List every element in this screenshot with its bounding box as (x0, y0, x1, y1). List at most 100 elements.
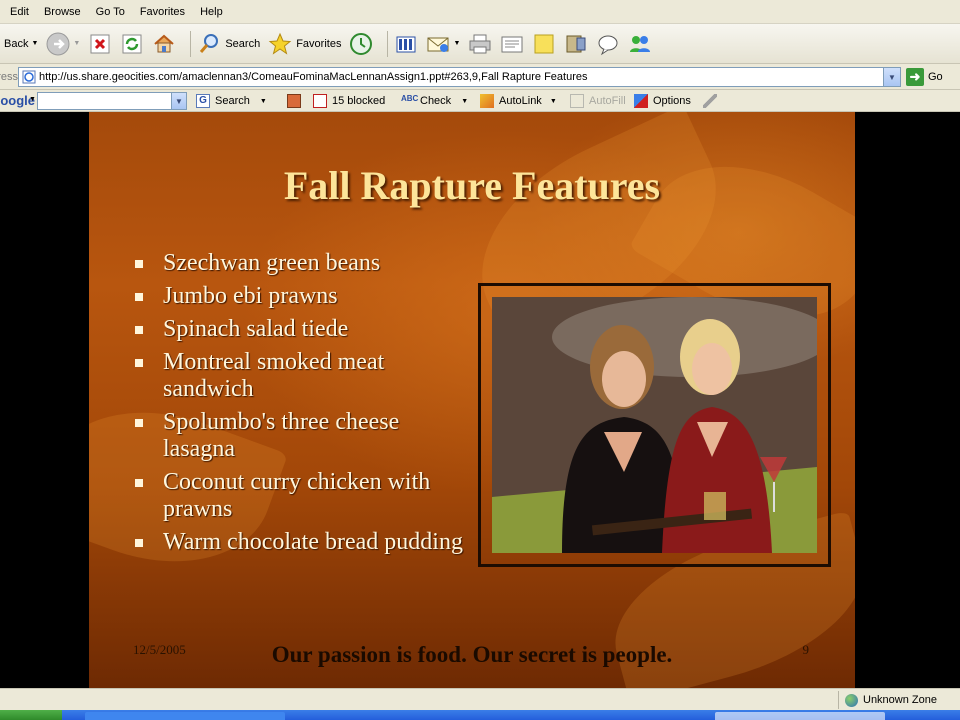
go-arrow-icon: ➜ (906, 68, 924, 86)
google-search-button[interactable]: G Search ▼ (196, 92, 267, 110)
spell-check-button[interactable]: ABC Check ▼ (401, 92, 468, 110)
bullet-square-icon (135, 479, 143, 487)
popup-blocker-button[interactable]: 15 blocked (313, 92, 385, 110)
messenger-button[interactable] (628, 29, 652, 59)
autolink-dropdown-icon[interactable]: ▼ (550, 98, 557, 105)
bullet-text: Szechwan green beans (163, 250, 381, 276)
google-search-input[interactable]: ▼ (37, 92, 187, 110)
bullet-square-icon (135, 419, 143, 427)
list-item: Warm chocolate bread pudding (133, 529, 463, 556)
popup-blocked-label: 15 blocked (332, 95, 386, 107)
zone-label: Unknown Zone (863, 694, 937, 706)
menu-browse[interactable]: Browse (44, 6, 81, 18)
list-item: Coconut curry chicken with prawns (133, 469, 463, 523)
spell-check-icon: ABC (401, 94, 419, 103)
back-label: Back (4, 37, 29, 50)
google-menu-dropdown-icon[interactable]: ▼ (29, 96, 36, 103)
messenger-chat-button[interactable] (596, 29, 620, 59)
autofill-icon (570, 94, 584, 108)
slide-title: Fall Rapture Features (283, 163, 661, 208)
speech-bubble-icon (598, 35, 618, 55)
start-button[interactable] (0, 710, 62, 720)
bullet-text: Coconut curry chicken with prawns (163, 469, 431, 522)
autolink-label: AutoLink (499, 95, 542, 107)
google-toolbar: Google ▼ ▼ G Search ▼ 15 blocked ABC Che… (0, 90, 960, 112)
slide-slogan: Our passion is food. Our secret is peopl… (271, 642, 673, 667)
bullet-square-icon (135, 539, 143, 547)
bullet-text: Spinach salad tiede (163, 316, 349, 342)
forward-arrow-icon (46, 32, 70, 55)
slide-page-number: 9 (802, 642, 810, 657)
check-dropdown-icon[interactable]: ▼ (461, 98, 468, 105)
list-item: Jumbo ebi prawns (133, 283, 463, 310)
bullet-text: Montreal smoked meat sandwich (163, 349, 385, 402)
home-icon (154, 34, 175, 52)
address-url: http://us.share.geocities.com/amaclennan… (39, 71, 588, 83)
search-button[interactable]: Search (197, 29, 260, 59)
list-item: Spolumbo's three cheese lasagna (133, 409, 463, 463)
history-button[interactable] (349, 29, 373, 59)
home-button[interactable] (152, 29, 176, 59)
google-search-options-icon[interactable]: ▼ (260, 98, 267, 105)
list-item: Szechwan green beans (133, 250, 463, 277)
bullet-text: Jumbo ebi prawns (163, 283, 338, 309)
highlight-button[interactable] (703, 92, 722, 110)
address-dropdown-icon[interactable]: ▼ (883, 68, 900, 86)
bullet-square-icon (135, 359, 143, 367)
research-books-icon (396, 36, 416, 52)
taskbar-item[interactable] (715, 712, 885, 720)
mail-dropdown-icon[interactable]: ▼ (453, 40, 460, 47)
standard-toolbar: Back ▼ ▼ Search Favorites ▼ (0, 24, 960, 64)
highlighter-pen-icon (703, 94, 717, 108)
back-dropdown-icon[interactable]: ▼ (31, 40, 38, 47)
menu-features-list: Szechwan green beans Jumbo ebi prawns Sp… (133, 250, 463, 562)
research-button[interactable] (394, 29, 418, 59)
menu-help[interactable]: Help (200, 6, 223, 18)
refresh-icon (122, 34, 142, 53)
globe-icon (845, 693, 858, 707)
options-button[interactable]: Options (634, 92, 691, 110)
toolbar-separator (190, 30, 192, 57)
address-input[interactable]: http://us.share.geocities.com/amaclennan… (18, 67, 901, 87)
bullet-square-icon (135, 293, 143, 301)
printer-icon (469, 34, 491, 53)
messenger-buddies-icon (630, 35, 651, 52)
mail-button[interactable]: ▼ (426, 29, 460, 59)
discuss-button[interactable] (564, 29, 588, 59)
google-search-label: Search (215, 95, 250, 107)
google-g-icon: G (196, 94, 210, 108)
menu-favorites[interactable]: Favorites (140, 6, 185, 18)
toolbar-separator (387, 30, 389, 57)
bullet-text: Spolumbo's three cheese lasagna (163, 409, 400, 462)
google-search-dropdown-icon[interactable]: ▼ (171, 93, 186, 109)
go-label: Go (928, 71, 943, 83)
menu-bar: Edit Browse Go To Favorites Help (0, 0, 960, 24)
dining-photo (492, 297, 817, 553)
menu-edit[interactable]: Edit (10, 6, 29, 18)
forward-dropdown-icon[interactable]: ▼ (73, 40, 80, 47)
options-icon (634, 94, 648, 108)
options-label: Options (653, 95, 691, 107)
autofill-button[interactable]: AutoFill (570, 92, 626, 110)
address-label: Address (0, 70, 18, 83)
search-icon (200, 33, 219, 53)
autofill-label: AutoFill (589, 95, 626, 107)
go-button[interactable]: ➜ Go (906, 68, 943, 86)
news-button[interactable] (287, 92, 306, 110)
forward-button[interactable]: ▼ (46, 29, 80, 59)
news-icon (287, 94, 301, 108)
favorites-button[interactable]: Favorites (268, 29, 341, 59)
security-zone[interactable]: Unknown Zone (838, 691, 960, 709)
autolink-button[interactable]: AutoLink ▼ (480, 92, 557, 110)
refresh-button[interactable] (120, 29, 144, 59)
edit-button[interactable] (500, 29, 524, 59)
stop-button[interactable] (88, 29, 112, 59)
menu-go-to[interactable]: Go To (96, 6, 125, 18)
notes-button[interactable] (532, 29, 556, 59)
print-button[interactable] (468, 29, 492, 59)
sticky-note-icon (534, 34, 554, 53)
star-icon (268, 32, 292, 55)
slide-viewport: Fall Rapture Features Szechwan green bea… (0, 112, 960, 688)
back-button[interactable]: Back ▼ (4, 29, 38, 59)
taskbar-item[interactable] (85, 712, 285, 720)
